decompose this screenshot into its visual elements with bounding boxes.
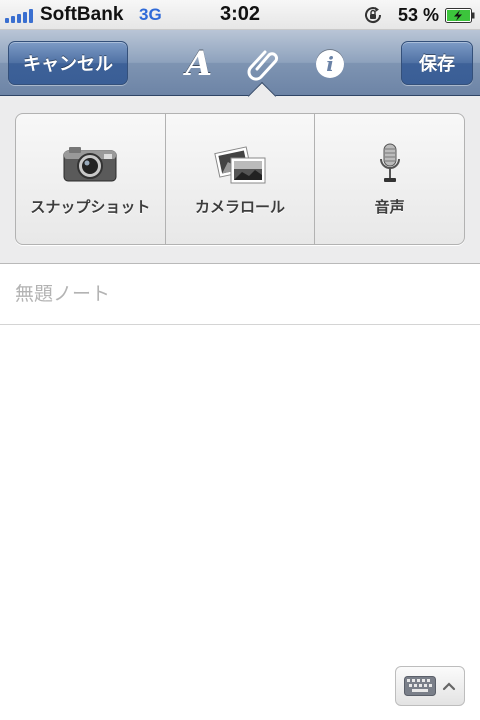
snapshot-label: スナップショット xyxy=(30,198,151,216)
info-glyph: i xyxy=(316,50,344,78)
microphone-icon xyxy=(378,143,402,184)
attachment-panel: スナップショット カメラロール 音声 xyxy=(0,96,480,264)
save-button[interactable]: 保存 xyxy=(401,41,473,85)
note-title-input[interactable] xyxy=(0,264,460,324)
info-icon[interactable]: i xyxy=(312,46,348,82)
note-body-area[interactable] xyxy=(0,326,480,720)
paperclip-icon[interactable] xyxy=(246,46,282,82)
photos-icon xyxy=(213,144,267,184)
text-format-icon[interactable]: A xyxy=(181,44,217,84)
chevron-up-icon xyxy=(442,682,456,691)
keyboard-icon xyxy=(404,676,436,696)
battery-charging-icon xyxy=(445,8,475,23)
attachment-options: スナップショット カメラロール 音声 xyxy=(15,113,465,245)
audio-button[interactable]: 音声 xyxy=(315,114,464,244)
camera-roll-label: カメラロール xyxy=(195,198,286,216)
snapshot-button[interactable]: スナップショット xyxy=(16,114,166,244)
camera-roll-button[interactable]: カメラロール xyxy=(166,114,316,244)
rotation-lock-icon xyxy=(365,7,382,24)
battery-percent: 53 % xyxy=(398,5,440,25)
audio-label: 音声 xyxy=(374,198,405,216)
camera-icon xyxy=(63,144,117,184)
status-bar: SoftBank 3G 3:02 53 % xyxy=(0,0,480,30)
note-title-row xyxy=(0,264,480,325)
cancel-button[interactable]: キャンセル xyxy=(8,41,128,85)
keyboard-toggle-button[interactable] xyxy=(395,666,465,706)
nav-bar: キャンセル A i 保存 xyxy=(0,30,480,96)
